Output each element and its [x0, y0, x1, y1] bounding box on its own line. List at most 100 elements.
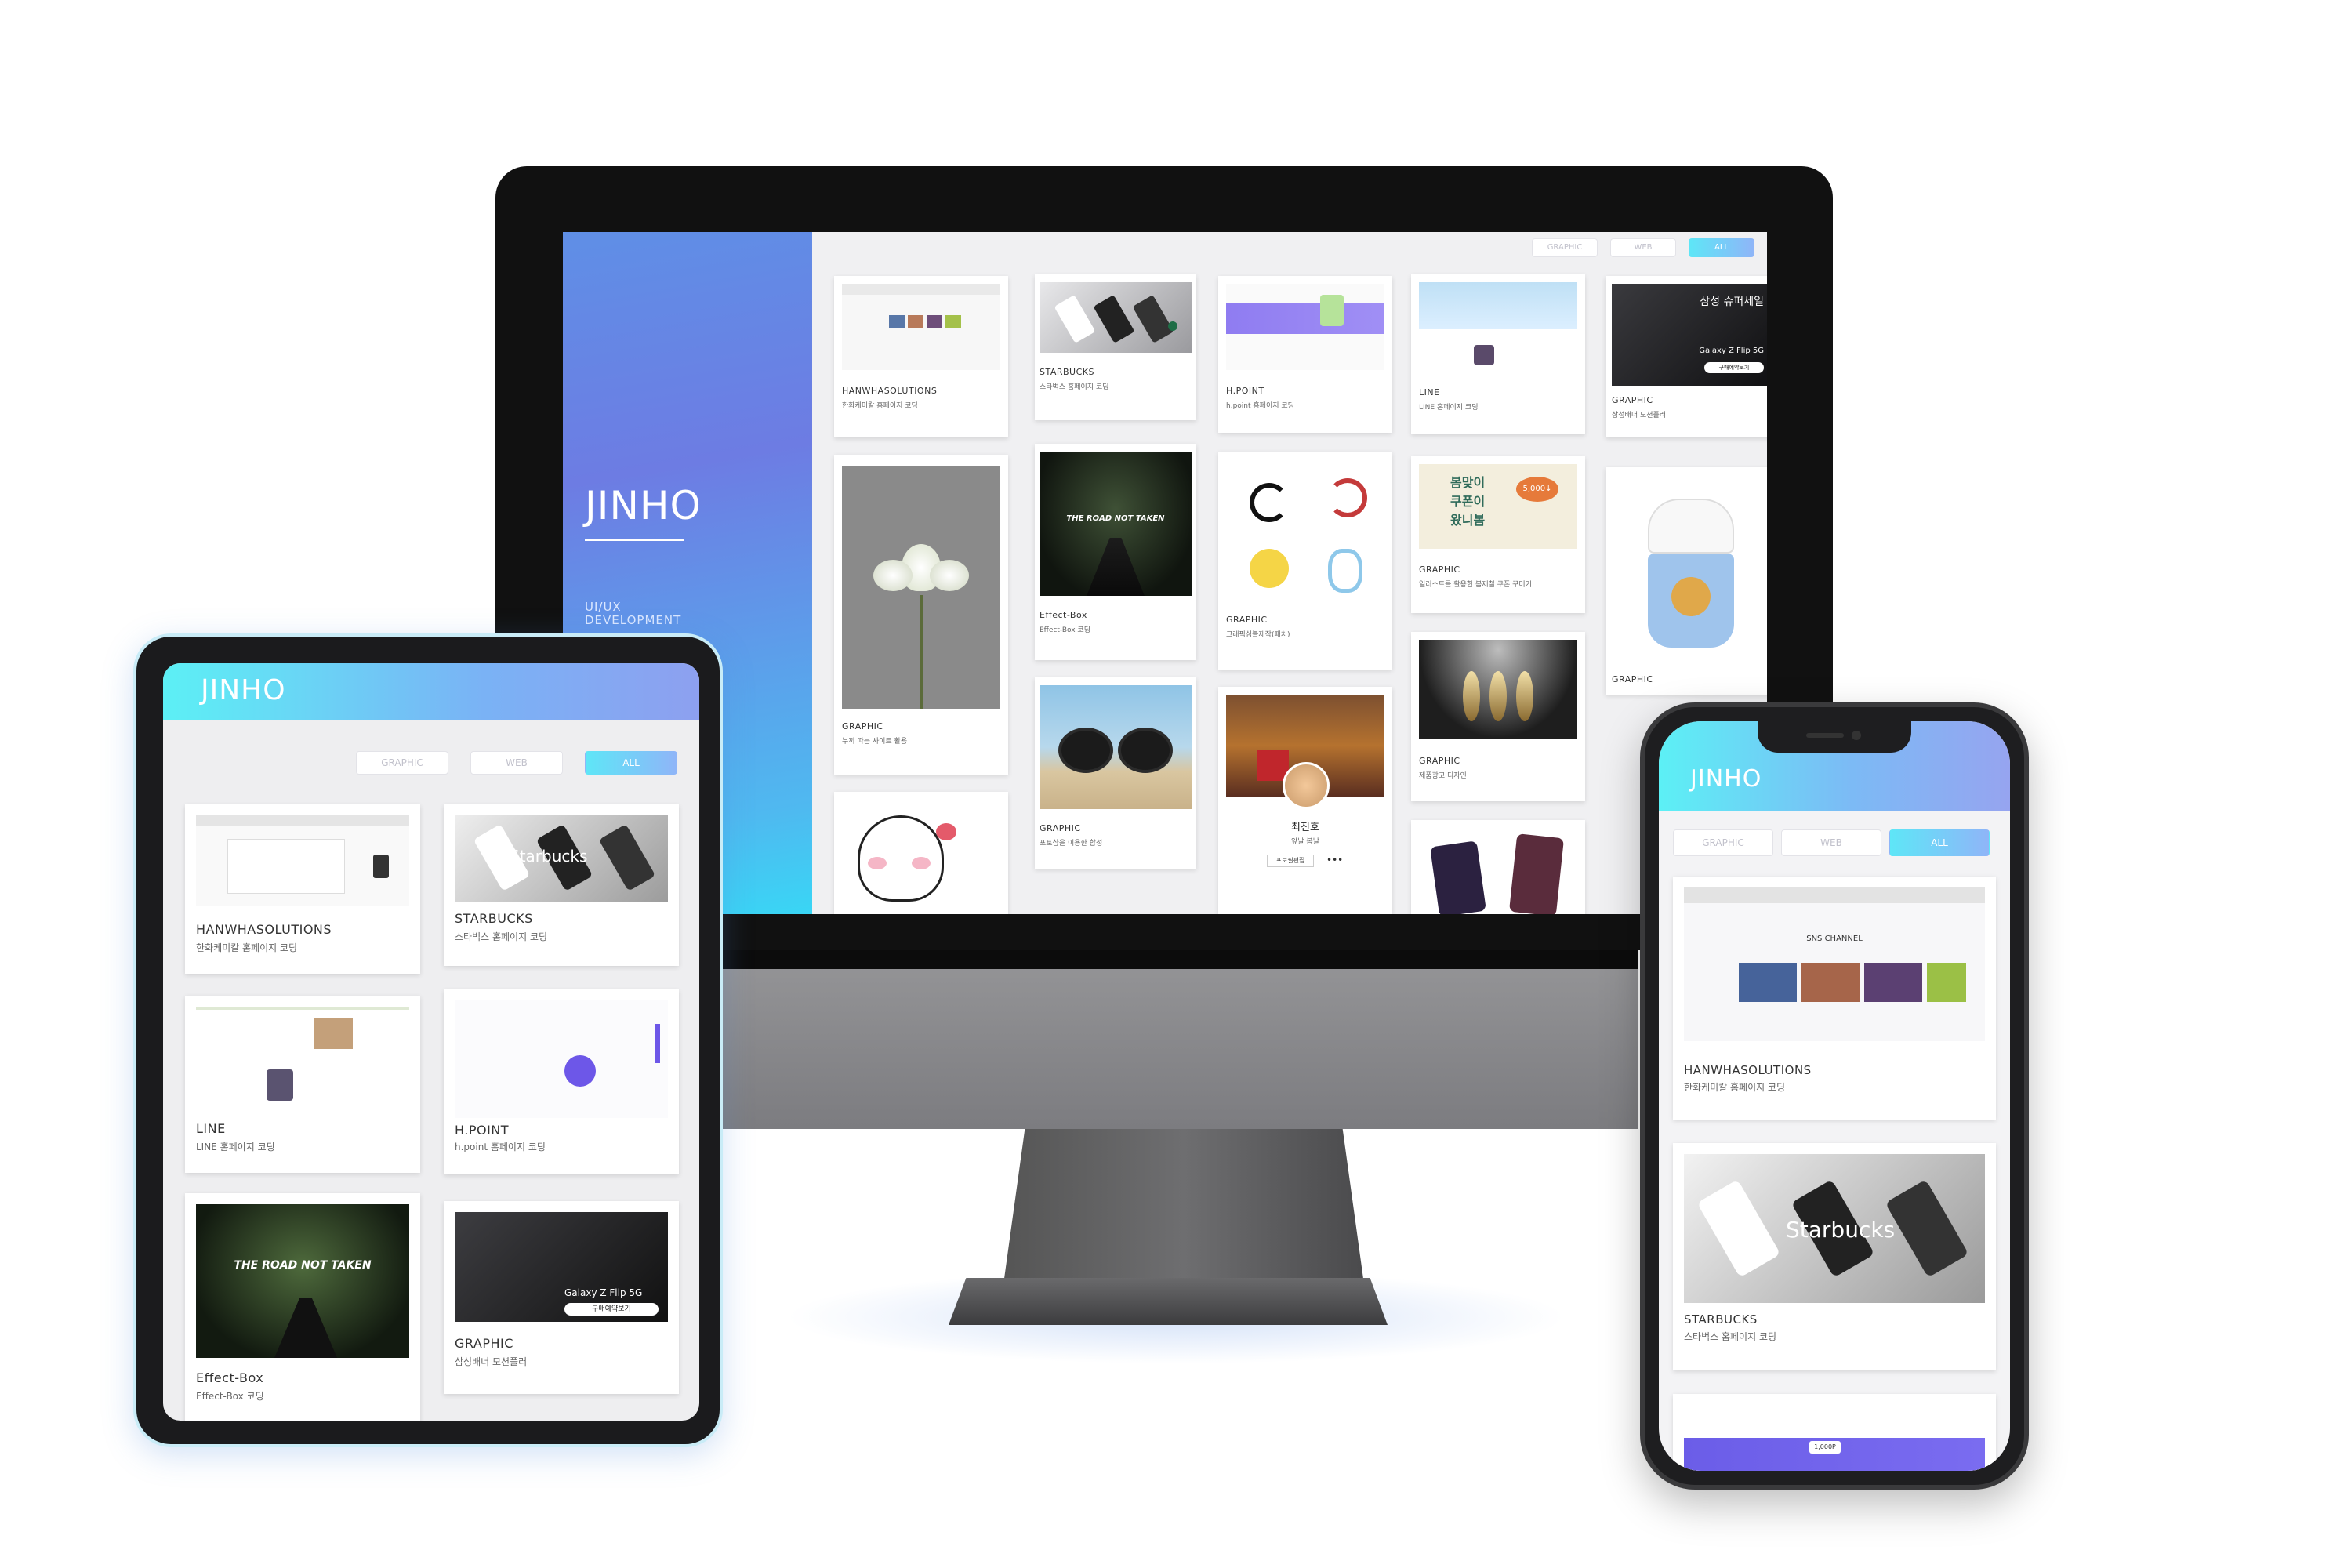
filter-graphic-button[interactable]: GRAPHIC: [1673, 829, 1773, 856]
profile-edit-button[interactable]: 프로필편집: [1267, 855, 1314, 867]
portfolio-card[interactable]: GRAPHIC 누끼 따는 사이트 활용: [834, 455, 1008, 775]
sunglasses-thumbnail: [1040, 685, 1192, 809]
card-title: H.POINT: [455, 1123, 510, 1138]
portfolio-card[interactable]: GRAPHIC 제품광고 디자인: [1411, 632, 1585, 801]
filter-web-button[interactable]: WEB: [1610, 238, 1676, 257]
card-title: STARBUCKS: [455, 911, 533, 926]
card-desc: 한화케미칼 홈페이지 코딩: [1684, 1082, 1786, 1093]
filter-graphic-button[interactable]: GRAPHIC: [1532, 238, 1598, 257]
card-desc: h.point 홈페이지 코딩: [1226, 402, 1294, 410]
card-title: HANWHASOLUTIONS: [842, 386, 938, 396]
filter-bar: GRAPHIC WEB ALL: [1532, 238, 1754, 257]
phone-filter-bar: GRAPHIC WEB ALL: [1673, 829, 1990, 856]
banner-subtext: Galaxy Z Flip 5G: [1699, 347, 1764, 355]
portfolio-card[interactable]: THE ROAD NOT TAKEN Effect-Box Effect-Box…: [1035, 444, 1196, 660]
banner-headline: 삼성 슈퍼세일: [1700, 296, 1764, 308]
more-icon[interactable]: •••: [1326, 855, 1343, 866]
coupon-thumbnail: 봄맞이 쿠폰이 왔니봄 5,000↓: [1419, 464, 1577, 549]
card-desc: 그래픽심볼제작(패치): [1226, 631, 1290, 639]
desktop-logo[interactable]: JINHO: [585, 483, 702, 528]
filter-web-button[interactable]: WEB: [1781, 829, 1881, 856]
coupon-line-1: 봄맞이: [1450, 475, 1486, 490]
avatar[interactable]: [1283, 762, 1330, 809]
coupon-line-2: 쿠폰이: [1450, 494, 1486, 509]
monitor-stand-neck: [1003, 1127, 1364, 1284]
portfolio-card[interactable]: HANWHASOLUTIONS 한화케미칼 홈페이지 코딩: [834, 276, 1008, 437]
card-desc: 스타벅스 홈페이지 코딩: [1684, 1331, 1777, 1342]
card-title: GRAPHIC: [1612, 395, 1653, 405]
filter-all-button[interactable]: ALL: [1889, 829, 1990, 856]
card-desc: 한화케미칼 홈페이지 코딩: [842, 402, 918, 410]
filter-web-button[interactable]: WEB: [470, 751, 563, 775]
portfolio-card[interactable]: Starbucks STARBUCKS 스타벅스 홈페이지 코딩: [1673, 1143, 1996, 1370]
banner-button[interactable]: 구매예약보기: [1704, 362, 1764, 373]
monitor-stand-base: [949, 1278, 1388, 1325]
tablet-header: JINHO: [163, 663, 699, 720]
road-caption: THE ROAD NOT TAKEN: [1066, 514, 1165, 523]
starbucks-thumbnail: [1040, 282, 1192, 353]
card-title: GRAPHIC: [1226, 615, 1268, 625]
portfolio-card[interactable]: GRAPHIC 포토샵을 이용한 합성: [1035, 677, 1196, 869]
portfolio-card[interactable]: THE ROAD NOT TAKEN Effect-Box Effect-Box…: [185, 1193, 420, 1421]
coupon-line-3: 왔니봄: [1450, 513, 1486, 528]
phone-device: JINHO GRAPHIC WEB ALL SNS CHANNEL HANWHA…: [1640, 702, 2029, 1490]
portfolio-card[interactable]: H.POINT h.point 홈페이지 코딩: [1218, 276, 1392, 433]
hanwha-thumbnail: [842, 284, 1000, 370]
starbucks-wordmark: Starbucks: [510, 847, 588, 866]
filter-all-button[interactable]: ALL: [1689, 238, 1754, 257]
portfolio-card[interactable]: Galaxy Z Flip 5G 구매예약보기 GRAPHIC 삼성배너 모션플…: [444, 1201, 679, 1394]
sidebar-tagline: UI/UX DEVELOPMENT: [585, 601, 742, 627]
filter-all-button[interactable]: ALL: [585, 751, 677, 775]
lotus-thumbnail: [842, 466, 1000, 709]
portfolio-card[interactable]: 삼성 슈퍼세일 Galaxy Z Flip 5G 구매예약보기 GRAPHIC …: [1606, 276, 1767, 437]
camera-icon: [1852, 731, 1861, 740]
portfolio-card[interactable]: HANWHASOLUTIONS 한화케미칼 홈페이지 코딩: [185, 804, 420, 974]
tagline-line-2: DEVELOPMENT: [585, 613, 682, 627]
portfolio-card[interactable]: LINE LINE 홈페이지 코딩: [185, 996, 420, 1173]
card-title: Effect-Box: [196, 1370, 264, 1385]
card-desc: 스타벅스 홈페이지 코딩: [455, 931, 548, 942]
portfolio-card[interactable]: H.POINT h.point 홈페이지 코딩: [444, 989, 679, 1174]
card-desc: 삼성배너 모션플러: [455, 1356, 528, 1367]
card-desc: 삼성배너 모션플러: [1612, 412, 1667, 419]
symbols-thumbnail: [1226, 459, 1384, 608]
portfolio-card[interactable]: GRAPHIC 그래픽심볼제작(패치): [1218, 452, 1392, 670]
card-desc: h.point 홈페이지 코딩: [455, 1142, 546, 1152]
road-caption: THE ROAD NOT TAKEN: [234, 1259, 372, 1272]
portfolio-card[interactable]: 봄맞이 쿠폰이 왔니봄 5,000↓ GRAPHIC 일러스트를 활용한 봄제철…: [1411, 456, 1585, 613]
card-title: HANWHASOLUTIONS: [1684, 1063, 1812, 1077]
card-desc: Effect-Box 코딩: [196, 1391, 264, 1402]
tablet-filter-bar: GRAPHIC WEB ALL: [356, 751, 677, 775]
portfolio-card[interactable]: [1411, 820, 1585, 914]
hanwha-thumbnail: [196, 815, 409, 906]
card-desc: 한화케미칼 홈페이지 코딩: [196, 942, 298, 953]
sns-channel-heading: SNS CHANNEL: [1806, 935, 1863, 943]
tablet-logo[interactable]: JINHO: [201, 674, 286, 706]
starbucks-wordmark: Starbucks: [1786, 1217, 1896, 1243]
hpoint-thumbnail: [1226, 284, 1384, 370]
phone-logo[interactable]: JINHO: [1690, 765, 1762, 793]
card-title: GRAPHIC: [1419, 564, 1460, 575]
portfolio-card[interactable]: LINE LINE 홈페이지 코딩: [1411, 274, 1585, 434]
road-thumbnail: THE ROAD NOT TAKEN: [1040, 452, 1192, 596]
portfolio-card[interactable]: STARBUCKS 스타벅스 홈페이지 코딩: [1035, 274, 1196, 420]
line-thumbnail: [196, 1007, 409, 1113]
portfolio-card[interactable]: SNS CHANNEL HANWHASOLUTIONS 한화케미칼 홈페이지 코…: [1673, 877, 1996, 1120]
portfolio-card[interactable]: Starbucks STARBUCKS 스타벅스 홈페이지 코딩: [444, 804, 679, 966]
desktop-screen: JINHO UI/UX DEVELOPMENT GRAPHIC WEB ALL: [563, 232, 1767, 914]
road-thumbnail: THE ROAD NOT TAKEN: [196, 1204, 409, 1358]
profile-card[interactable]: 최진호 앞날 봄날 프로필편집 •••: [1218, 687, 1392, 914]
banner-button[interactable]: 구매예약보기: [564, 1303, 659, 1316]
card-title: H.POINT: [1226, 386, 1264, 396]
card-desc: 스타벅스 홈페이지 코딩: [1040, 383, 1109, 391]
card-title: LINE: [196, 1121, 226, 1136]
points-badge: 1,000P: [1809, 1441, 1841, 1454]
portfolio-card[interactable]: [834, 792, 1008, 914]
hanwha-thumbnail: SNS CHANNEL: [1684, 887, 1985, 1041]
speaker-icon: [1806, 733, 1844, 738]
filter-graphic-button[interactable]: GRAPHIC: [356, 751, 448, 775]
portfolio-card[interactable]: GRAPHIC: [1606, 467, 1767, 695]
starbucks-thumbnail: Starbucks: [1684, 1154, 1985, 1303]
phone-notch: [1758, 721, 1911, 753]
portfolio-card[interactable]: 1,000P: [1673, 1394, 1996, 1471]
